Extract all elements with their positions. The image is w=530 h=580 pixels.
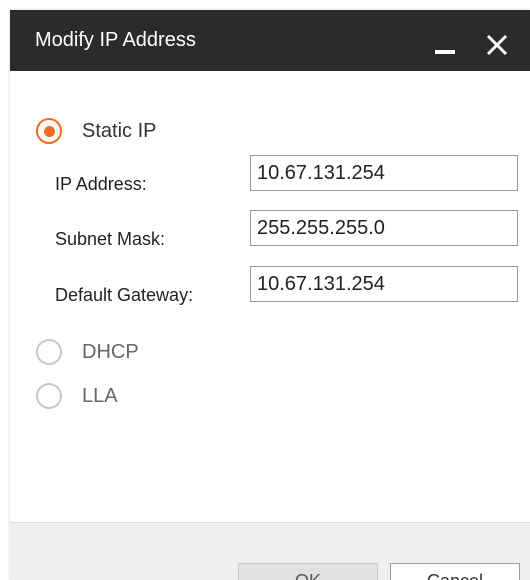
static-ip-label: Static IP	[82, 120, 157, 142]
lla-radio[interactable]	[36, 383, 62, 409]
modify-ip-dialog: Modify IP Address Static IP IP Address: …	[10, 10, 530, 580]
default-gateway-label: Default Gateway:	[55, 285, 194, 305]
minimize-button[interactable]	[430, 32, 460, 60]
close-icon	[486, 34, 508, 56]
dhcp-label: DHCP	[82, 341, 139, 363]
title-bar: Modify IP Address	[10, 10, 530, 71]
dialog-title: Modify IP Address	[35, 29, 196, 51]
default-gateway-input[interactable]	[250, 266, 518, 302]
static-ip-option[interactable]: Static IP	[36, 118, 156, 144]
static-ip-radio[interactable]	[36, 118, 62, 144]
close-button[interactable]	[480, 28, 514, 62]
cancel-button[interactable]: Cancel	[390, 563, 520, 580]
dhcp-option[interactable]: DHCP	[36, 339, 139, 365]
ok-button[interactable]: OK	[238, 563, 378, 580]
subnet-mask-input[interactable]	[250, 210, 518, 246]
lla-option[interactable]: LLA	[36, 383, 118, 409]
ip-address-label: IP Address:	[55, 174, 147, 194]
minimize-icon	[435, 50, 455, 54]
dhcp-radio[interactable]	[36, 339, 62, 365]
subnet-mask-label: Subnet Mask:	[55, 229, 166, 249]
lla-label: LLA	[82, 385, 118, 407]
ip-address-input[interactable]	[250, 155, 518, 191]
